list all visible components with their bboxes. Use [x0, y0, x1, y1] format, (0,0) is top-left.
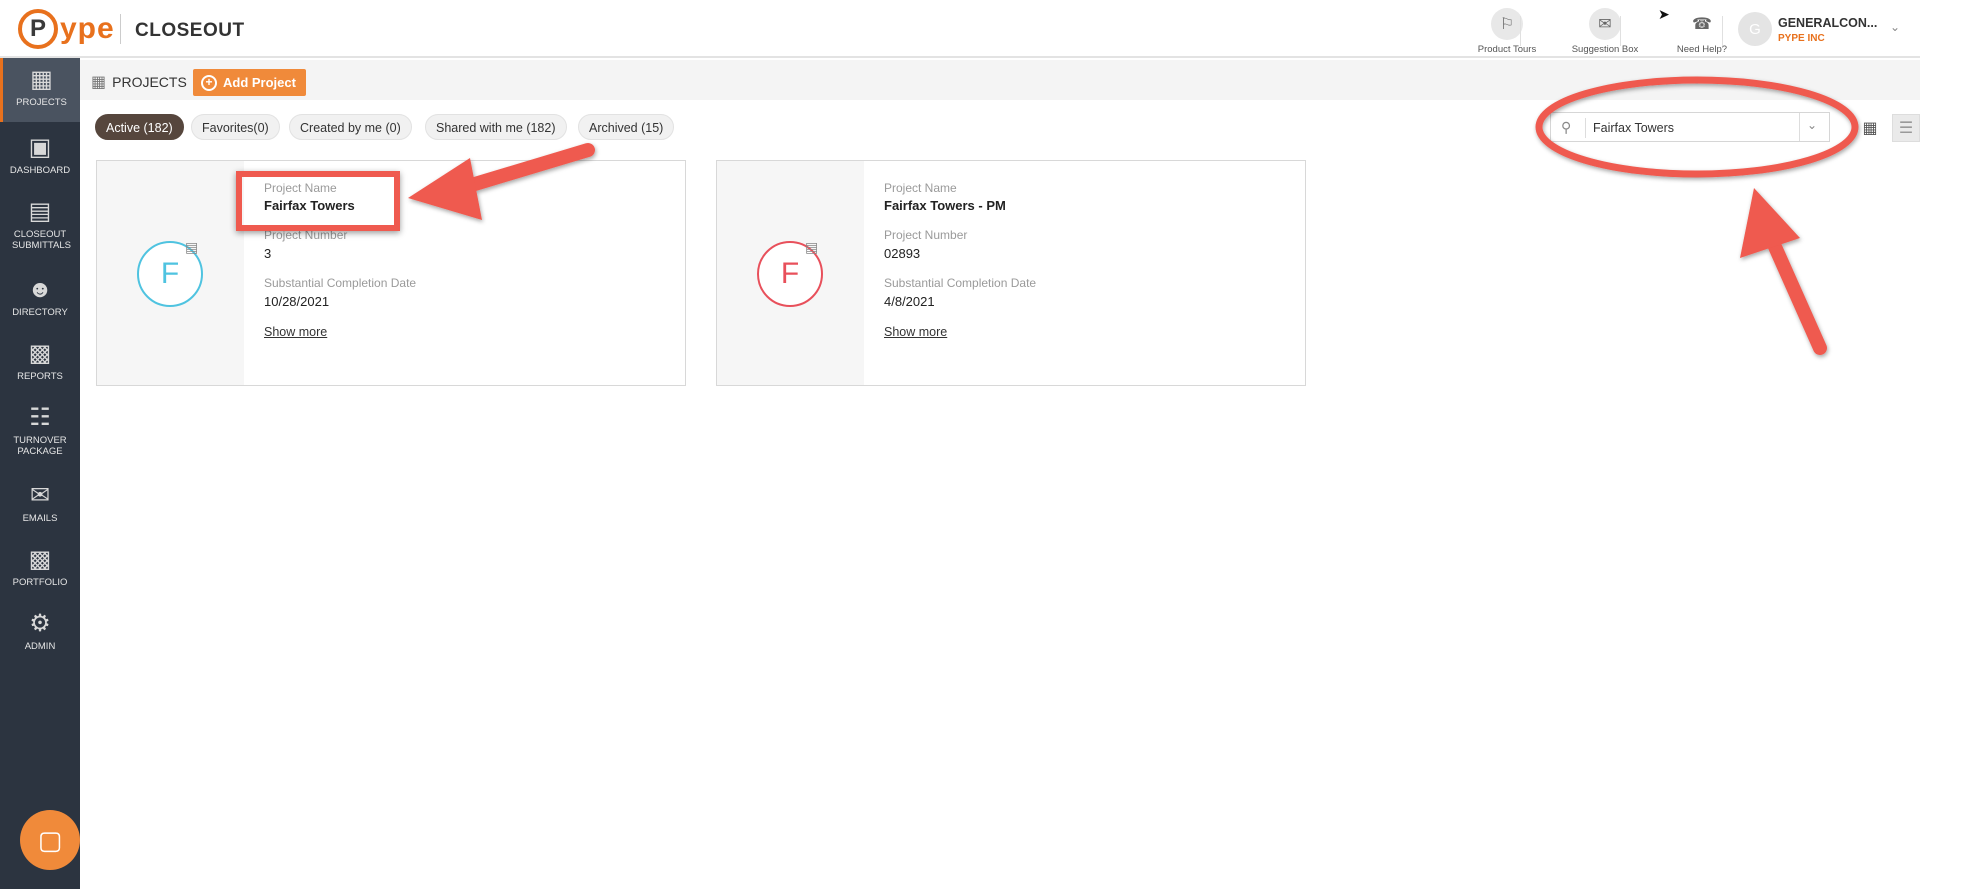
product-tours-label: Product Tours [1477, 44, 1537, 55]
report-chart-icon: ▩ [28, 340, 52, 367]
projects-heading: ▦ PROJECTS [91, 72, 187, 92]
completion-date-label: Substantial Completion Date [884, 276, 1037, 290]
suggestion-box-label: Suggestion Box [1571, 44, 1639, 55]
sidebar-item-label: ADMIN [24, 641, 56, 652]
annotation-arrow-up [1740, 188, 1827, 355]
projects-heading-text: PROJECTS [112, 74, 187, 90]
header-separator [1722, 16, 1723, 46]
search-divider [1585, 118, 1586, 138]
sidebar-item-label: CLOSEOUT SUBMITTALS [12, 229, 71, 251]
product-tours-button[interactable]: ⚐ Product Tours [1467, 8, 1547, 55]
chat-bubble-icon: ▢ [37, 824, 63, 855]
document-list-icon: ▤ [28, 198, 52, 225]
need-help-label: Need Help? [1676, 44, 1728, 55]
signpost-icon: ⚐ [1491, 8, 1523, 40]
sidebar-item-emails[interactable]: ✉ EMAILS [0, 482, 80, 540]
building-icon: ▦ [91, 74, 107, 91]
list-view-button[interactable]: ☰ [1892, 114, 1920, 142]
people-icon: ☻ [27, 276, 53, 303]
need-help-button[interactable]: ☎ Need Help? [1662, 8, 1742, 55]
list-icon: ☰ [1898, 120, 1914, 137]
lock-badge-icon: ▤ [185, 239, 199, 255]
sidebar: ▦ PROJECTS ▣ DASHBOARD ▤ CLOSEOUT SUBMIT… [0, 58, 80, 889]
user-company: PYPE INC [1778, 33, 1825, 44]
sidebar-item-label: DASHBOARD [9, 165, 71, 176]
briefcase-icon: ▩ [28, 546, 52, 573]
project-card[interactable]: F ▤ Project Name Fairfax Towers - PM Pro… [716, 160, 1306, 386]
search-input[interactable] [1593, 117, 1783, 139]
header-separator [1620, 16, 1621, 46]
annotation-highlight-box [236, 171, 400, 231]
email-icon: ✉ [29, 482, 51, 509]
grid-icon: ▦ [1862, 120, 1878, 137]
completion-date: 4/8/2021 [884, 294, 935, 309]
logo-text: ype [60, 12, 115, 45]
project-number: 3 [264, 246, 272, 261]
show-more-link[interactable]: Show more [264, 325, 327, 339]
sidebar-item-projects[interactable]: ▦ PROJECTS [0, 58, 80, 122]
app-title: CLOSEOUT [135, 20, 245, 41]
binders-icon: ☷ [29, 404, 51, 431]
chat-launcher-button[interactable]: ▢ [20, 810, 80, 870]
show-more-link[interactable]: Show more [884, 325, 947, 339]
tab-created-by-me[interactable]: Created by me (0) [289, 114, 412, 140]
tab-archived[interactable]: Archived (15) [578, 114, 675, 140]
project-number-label: Project Number [884, 228, 968, 242]
project-name[interactable]: Fairfax Towers - PM [884, 198, 1006, 213]
sidebar-item-portfolio[interactable]: ▩ PORTFOLIO [0, 546, 80, 604]
phone-help-icon: ☎ [1692, 16, 1712, 33]
sidebar-item-turnover-package[interactable]: ☷ TURNOVER PACKAGE [0, 404, 80, 470]
sidebar-item-label: EMAILS [22, 513, 58, 524]
lock-badge-icon: ▤ [805, 239, 819, 255]
sidebar-item-label: PORTFOLIO [12, 577, 68, 588]
mouse-cursor-icon: ➤ [1658, 6, 1670, 22]
sidebar-item-admin[interactable]: ⚙ ADMIN [0, 610, 80, 668]
project-name-label: Project Name [884, 181, 957, 195]
add-project-label: Add Project [223, 75, 296, 90]
project-number: 02893 [884, 246, 921, 261]
sidebar-item-directory[interactable]: ☻ DIRECTORY [0, 276, 80, 334]
header-divider [120, 14, 121, 44]
grid-view-button[interactable]: ▦ [1856, 114, 1884, 142]
user-name[interactable]: GENERALCON... [1778, 16, 1877, 30]
sidebar-item-label: DIRECTORY [12, 307, 68, 318]
tab-active[interactable]: Active (182) [95, 114, 184, 140]
project-search[interactable]: ⚲ ⌄ [1550, 112, 1830, 142]
sidebar-item-reports[interactable]: ▩ REPORTS [0, 340, 80, 398]
suggestion-box-icon: ✉ [1589, 8, 1621, 40]
logo-mark: P [18, 9, 58, 49]
sidebar-item-label: PROJECTS [16, 97, 67, 108]
sidebar-item-label: REPORTS [17, 371, 63, 382]
tab-favorites[interactable]: Favorites(0) [191, 114, 280, 140]
plus-icon: + [201, 74, 217, 91]
building-icon: ▦ [30, 66, 53, 93]
sidebar-item-dashboard[interactable]: ▣ DASHBOARD [0, 134, 80, 192]
user-avatar[interactable]: G [1738, 12, 1772, 46]
search-icon: ⚲ [1561, 119, 1572, 135]
chevron-down-icon[interactable]: ⌄ [1890, 20, 1900, 34]
pype-logo[interactable]: P ype [18, 8, 115, 50]
sidebar-item-label: TURNOVER PACKAGE [13, 435, 67, 457]
search-separator [1799, 113, 1800, 141]
add-project-button[interactable]: + Add Project [193, 69, 306, 96]
sidebar-item-closeout-submittals[interactable]: ▤ CLOSEOUT SUBMITTALS [0, 198, 80, 264]
completion-date: 10/28/2021 [264, 294, 330, 309]
projects-toolbar [80, 60, 1920, 100]
chevron-down-icon[interactable]: ⌄ [1807, 118, 1817, 132]
completion-date-label: Substantial Completion Date [264, 276, 417, 290]
top-header: P ype CLOSEOUT ⚐ Product Tours ✉ Suggest… [0, 0, 1920, 58]
header-separator [1520, 16, 1521, 46]
monitor-icon: ▣ [28, 134, 52, 161]
suggestion-box-button[interactable]: ✉ Suggestion Box [1565, 8, 1645, 55]
tab-shared-with-me[interactable]: Shared with me (182) [425, 114, 567, 140]
gear-icon: ⚙ [29, 610, 51, 637]
